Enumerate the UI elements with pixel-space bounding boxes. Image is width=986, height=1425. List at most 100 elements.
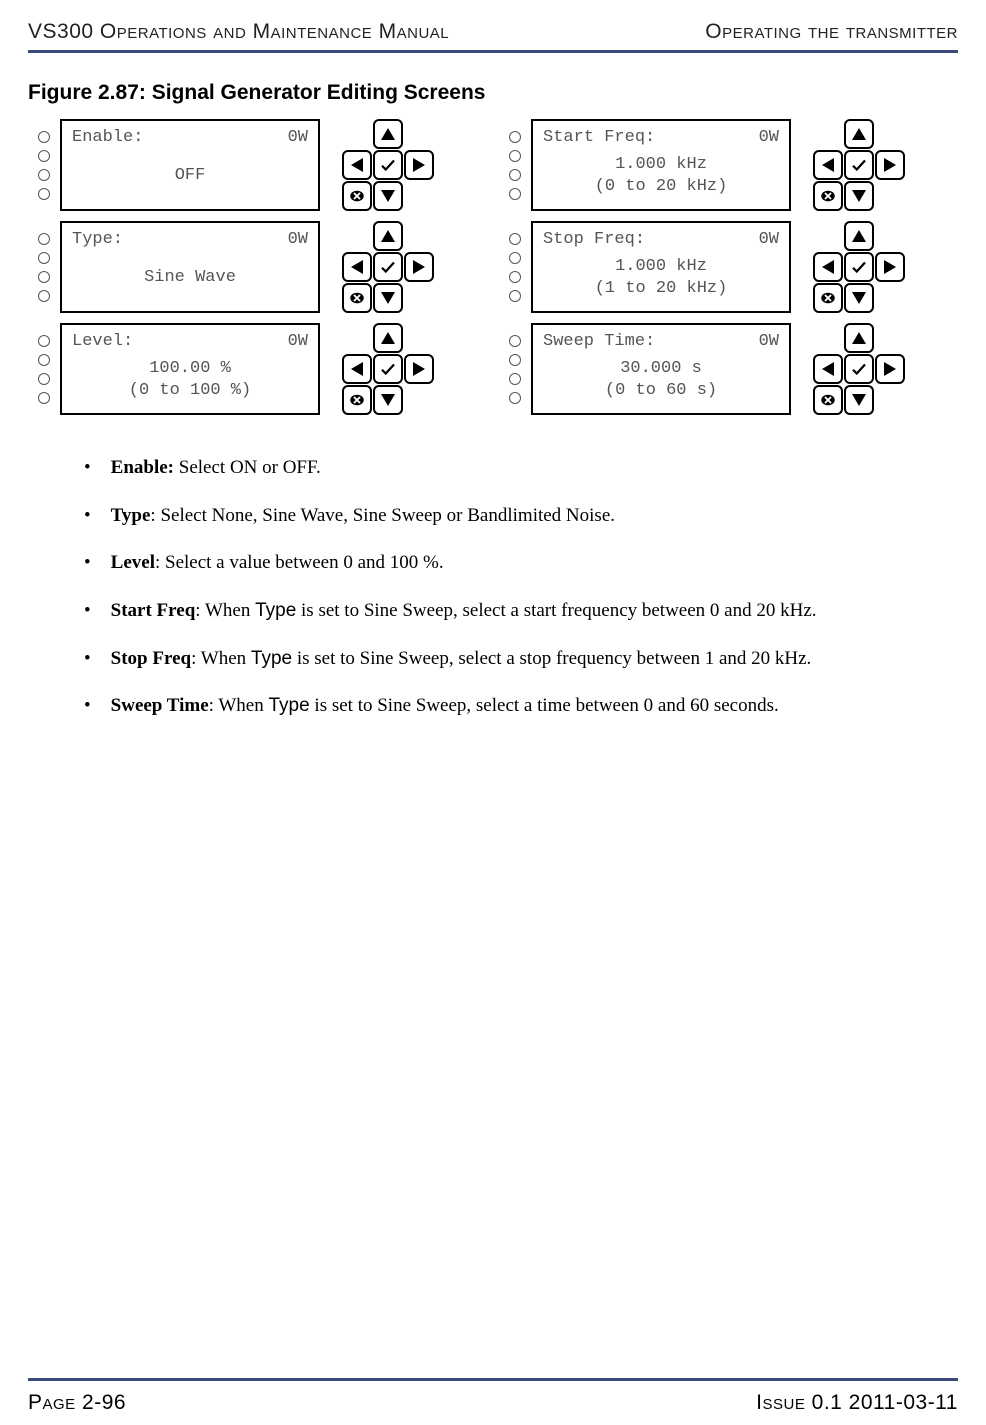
arrow-down-icon [852, 292, 866, 304]
screen-level: Level:0W 100.00 %(0 to 100 %) [36, 323, 487, 415]
list-item-sweep-time: • Sweep Time: When Type is set to Sine S… [84, 693, 942, 719]
bullet-icon: • [84, 598, 91, 624]
down-button[interactable] [373, 385, 403, 415]
arrow-down-icon [381, 394, 395, 406]
bullet-label: Type [111, 505, 151, 526]
ok-button[interactable] [373, 354, 403, 384]
right-button[interactable] [404, 150, 434, 180]
bullet-label: Start Freq [111, 600, 196, 621]
type-ref: Type [268, 695, 309, 716]
page-number: Page 2-96 [28, 1391, 126, 1415]
ok-button[interactable] [373, 150, 403, 180]
cancel-button[interactable] [342, 283, 372, 313]
arrow-down-icon [381, 292, 395, 304]
screens-grid: Enable: 0W OFF [36, 119, 958, 415]
arrow-right-icon [413, 260, 425, 274]
dot-icon [38, 373, 50, 385]
cancel-button[interactable] [813, 181, 843, 211]
bullet-post: is set to Sine Sweep, select a start fre… [296, 600, 816, 621]
up-button[interactable] [844, 323, 874, 353]
dot-icon [509, 373, 521, 385]
arrow-left-icon [822, 362, 834, 376]
ok-button[interactable] [844, 150, 874, 180]
right-button[interactable] [875, 252, 905, 282]
lcd-title: Sweep Time: [543, 331, 655, 352]
lcd-top-row: Level:0W [72, 331, 308, 352]
up-button[interactable] [373, 221, 403, 251]
screen-start-freq: Start Freq: 0W 1.000 kHz (0 to 20 kHz) [507, 119, 958, 211]
arrow-left-icon [351, 158, 363, 172]
lcd-line2: (0 to 60 s) [543, 380, 779, 401]
up-button[interactable] [844, 221, 874, 251]
down-button[interactable] [844, 283, 874, 313]
indicator-dots [507, 221, 523, 313]
lcd-value-area: Sine Wave [72, 250, 308, 305]
left-button[interactable] [813, 150, 843, 180]
type-ref: Type [255, 600, 296, 621]
list-item-start-freq: • Start Freq: When Type is set to Sine S… [84, 598, 942, 624]
left-button[interactable] [342, 150, 372, 180]
bullet-label: Level [111, 552, 155, 573]
right-button[interactable] [875, 354, 905, 384]
x-icon [819, 187, 837, 205]
left-button[interactable] [813, 354, 843, 384]
arrow-right-icon [884, 260, 896, 274]
dot-icon [38, 271, 50, 283]
down-button[interactable] [373, 181, 403, 211]
arrow-left-icon [822, 260, 834, 274]
left-button[interactable] [342, 354, 372, 384]
up-button[interactable] [373, 323, 403, 353]
x-icon [819, 391, 837, 409]
check-icon [379, 258, 397, 276]
arrow-left-icon [822, 158, 834, 172]
list-item-level: • Level: Select a value between 0 and 10… [84, 550, 942, 576]
nav-pad [799, 323, 919, 415]
bullet-post: is set to Sine Sweep, select a time betw… [310, 695, 779, 716]
cancel-button[interactable] [342, 385, 372, 415]
bullet-pre: : When [195, 600, 255, 621]
lcd-display: Sweep Time:0W 30.000 s(0 to 60 s) [531, 323, 791, 415]
bullet-text: Start Freq: When Type is set to Sine Swe… [111, 598, 942, 624]
dot-icon [38, 150, 50, 162]
left-button[interactable] [342, 252, 372, 282]
bullet-text: Sweep Time: When Type is set to Sine Swe… [111, 693, 942, 719]
arrow-left-icon [351, 260, 363, 274]
dot-icon [38, 169, 50, 181]
lcd-line1: 1.000 kHz [543, 256, 779, 277]
cancel-button[interactable] [813, 283, 843, 313]
lcd-display: Level:0W 100.00 %(0 to 100 %) [60, 323, 320, 415]
right-button[interactable] [404, 354, 434, 384]
bullet-desc: : Select a value between 0 and 100 %. [155, 552, 444, 573]
bullet-icon: • [84, 693, 91, 719]
screen-stop-freq: Stop Freq:0W 1.000 kHz(1 to 20 kHz) [507, 221, 958, 313]
lcd-line1: 30.000 s [543, 358, 779, 379]
lcd-top-row: Type:0W [72, 229, 308, 250]
cancel-button[interactable] [342, 181, 372, 211]
figure-title: Figure 2.87: Signal Generator Editing Sc… [28, 81, 958, 105]
right-button[interactable] [875, 150, 905, 180]
ok-button[interactable] [373, 252, 403, 282]
cancel-button[interactable] [813, 385, 843, 415]
bullet-label: Enable: [111, 457, 174, 478]
down-button[interactable] [373, 283, 403, 313]
down-button[interactable] [844, 385, 874, 415]
bullet-label: Sweep Time [111, 695, 209, 716]
list-item-type: • Type: Select None, Sine Wave, Sine Swe… [84, 503, 942, 529]
dot-icon [38, 188, 50, 200]
ok-button[interactable] [844, 252, 874, 282]
lcd-line1: OFF [72, 165, 308, 186]
up-button[interactable] [373, 119, 403, 149]
indicator-dots [507, 323, 523, 415]
right-button[interactable] [404, 252, 434, 282]
ok-button[interactable] [844, 354, 874, 384]
dot-icon [509, 271, 521, 283]
nav-pad [799, 119, 919, 211]
dot-icon [509, 150, 521, 162]
down-button[interactable] [844, 181, 874, 211]
lcd-display: Start Freq: 0W 1.000 kHz (0 to 20 kHz) [531, 119, 791, 211]
lcd-line2: (0 to 100 %) [72, 380, 308, 401]
up-button[interactable] [844, 119, 874, 149]
left-button[interactable] [813, 252, 843, 282]
lcd-power: 0W [288, 229, 308, 250]
dot-icon [38, 354, 50, 366]
